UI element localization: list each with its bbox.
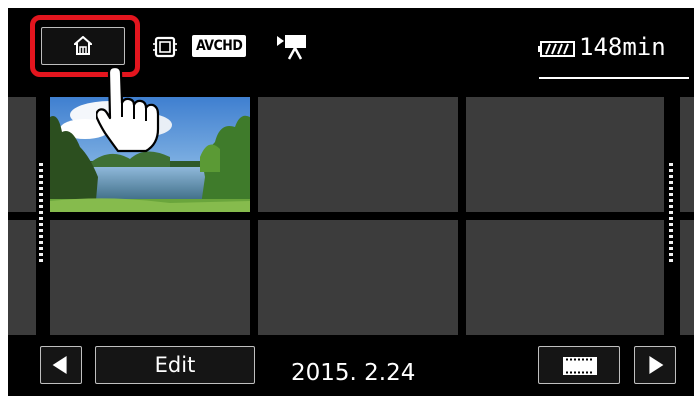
right-arrow-icon (649, 356, 664, 374)
right-scroll-indicator (669, 163, 673, 263)
home-button[interactable] (41, 27, 125, 65)
thumbnail-partial-left[interactable] (8, 97, 36, 212)
edit-button[interactable]: Edit (95, 346, 255, 384)
edit-label: Edit (154, 353, 196, 377)
film-strip-icon (563, 357, 597, 375)
pointing-hand-icon (96, 67, 160, 153)
next-button[interactable] (634, 346, 676, 384)
filter-button[interactable] (538, 346, 620, 384)
thumbnail-partial-right[interactable] (680, 97, 694, 212)
top-underline (539, 77, 689, 79)
battery-icon (538, 41, 575, 57)
camera-screen: AVCHD 148min Edit 2015. 2.24 (8, 8, 694, 396)
thumbnail-empty-2[interactable] (466, 97, 664, 212)
date-label: 2015. 2.24 (291, 360, 416, 386)
previous-button[interactable] (40, 346, 82, 384)
movie-camera-icon (277, 35, 306, 60)
thumbnail-empty-3[interactable] (50, 220, 250, 335)
left-arrow-icon (52, 356, 67, 374)
home-icon (74, 36, 92, 55)
thumbnail-partial-right-2[interactable] (680, 220, 694, 335)
thumbnail-empty-5[interactable] (466, 220, 664, 335)
thumbnail-partial-left-2[interactable] (8, 220, 36, 335)
battery-remaining-text: 148min (579, 33, 666, 61)
left-scroll-indicator (39, 163, 43, 263)
thumbnail-empty-4[interactable] (258, 220, 458, 335)
memory-card-icon (153, 36, 177, 58)
thumbnail-empty-1[interactable] (258, 97, 458, 212)
format-badge: AVCHD (192, 35, 247, 57)
